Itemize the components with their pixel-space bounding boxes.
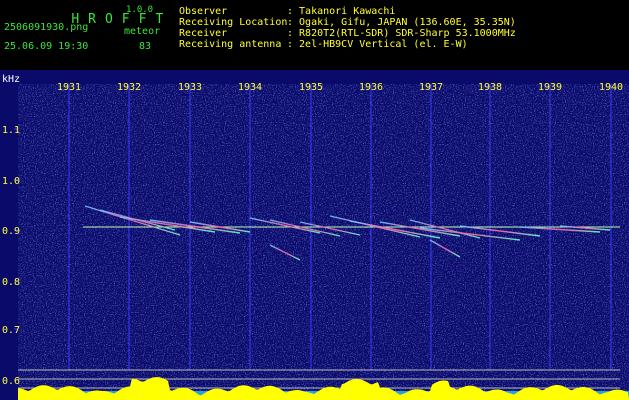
y-tick-label: 1.1 bbox=[2, 125, 20, 136]
info-label-receiver: Receiver bbox=[179, 28, 228, 39]
x-tick-label: 1939 bbox=[538, 82, 562, 93]
spectrogram-plot: 1931 1932 1933 1934 1935 1936 1937 1938 1939 1940… bbox=[0, 70, 629, 400]
x-tick-label: 1934 bbox=[238, 82, 262, 93]
date-time: 25.06.09 19:30 bbox=[4, 41, 89, 52]
app-version: 1.0.0 bbox=[126, 5, 154, 15]
y-axis-unit: kHz bbox=[2, 74, 20, 85]
info-value-antenna: : 2el-HB9CV Vertical (el. E-W) bbox=[287, 39, 468, 50]
x-tick-label: 1932 bbox=[117, 82, 141, 93]
info-label-location: Receiving Location bbox=[179, 17, 288, 28]
header-panel: HROFFT 1.0.0 2506091930.png meteor 25.06… bbox=[0, 0, 629, 70]
y-tick-label: 0.7 bbox=[2, 325, 20, 336]
x-tick-label: 1935 bbox=[299, 82, 323, 93]
info-label-observer: Observer bbox=[179, 6, 228, 17]
meteor-count: 83 bbox=[139, 41, 152, 52]
x-tick-label: 1933 bbox=[178, 82, 202, 93]
info-value-observer: : Takanori Kawachi bbox=[287, 6, 396, 17]
y-tick-label: 0.6 bbox=[2, 376, 20, 387]
x-tick-label: 1937 bbox=[419, 82, 443, 93]
x-tick-label: 1931 bbox=[57, 82, 81, 93]
y-tick-label: 0.9 bbox=[2, 226, 20, 237]
info-value-location: : Ogaki, Gifu, JAPAN (136.60E, 35.35N) bbox=[287, 17, 516, 28]
x-tick-label: 1940 bbox=[599, 82, 623, 93]
y-tick-label: 1.0 bbox=[2, 176, 20, 187]
spectrogram-noise bbox=[18, 84, 629, 400]
x-tick-label: 1936 bbox=[359, 82, 383, 93]
meteor-label: meteor bbox=[124, 26, 161, 37]
file-name: 2506091930.png bbox=[4, 22, 89, 33]
info-value-receiver: : R820T2(RTL-SDR) SDR-Sharp 53.1000MHz bbox=[287, 28, 516, 39]
x-tick-label: 1938 bbox=[478, 82, 502, 93]
y-tick-label: 0.8 bbox=[2, 277, 20, 288]
info-label-antenna: Receiving antenna bbox=[179, 39, 282, 50]
